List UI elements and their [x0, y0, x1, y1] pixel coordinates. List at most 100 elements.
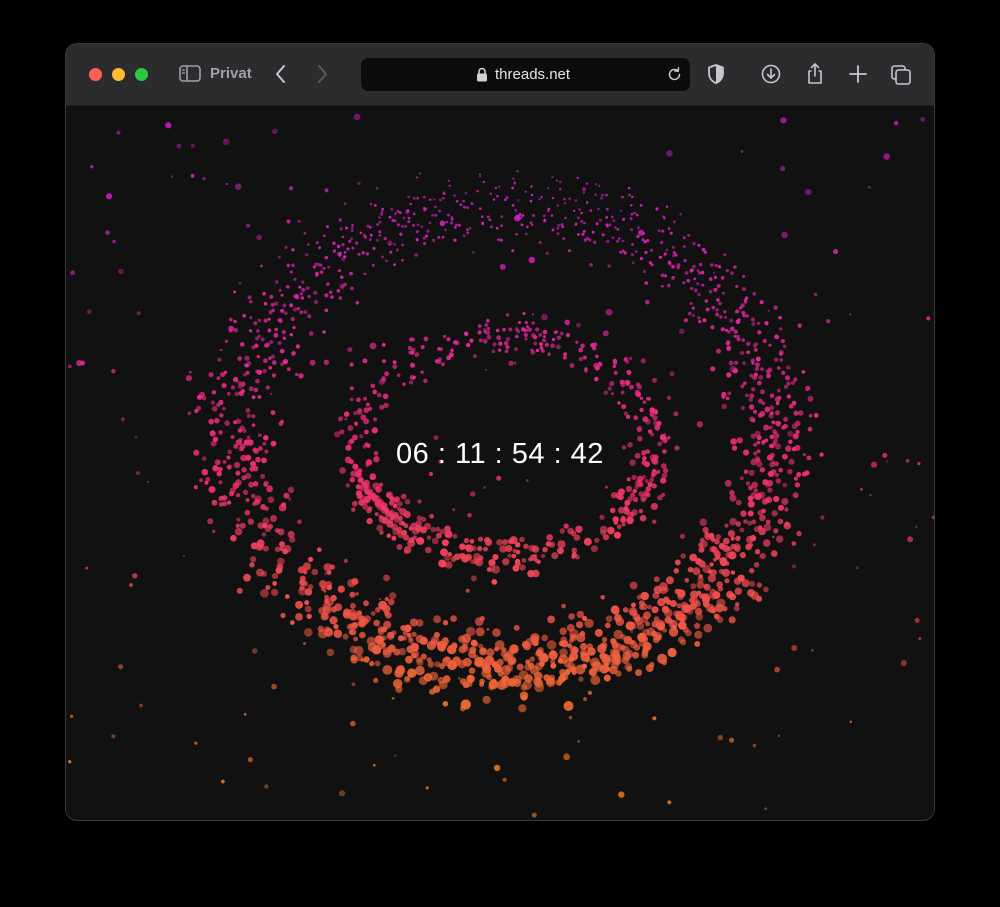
- particle: [867, 185, 871, 189]
- particle: [504, 198, 507, 201]
- particle: [648, 261, 652, 265]
- particle: [370, 383, 376, 389]
- plus-icon[interactable]: [847, 62, 869, 86]
- chevron-left-icon[interactable]: [273, 64, 289, 84]
- particle: [319, 270, 324, 274]
- download-icon[interactable]: [760, 62, 782, 86]
- particle: [391, 697, 395, 700]
- private-profile-label[interactable]: Privat: [210, 64, 252, 84]
- particle: [667, 260, 672, 264]
- particle: [463, 331, 469, 336]
- reload-icon[interactable]: [667, 67, 682, 82]
- web-content[interactable]: 06 : 11 : 54 : 42: [66, 106, 934, 820]
- particle: [784, 507, 789, 512]
- particle: [470, 575, 477, 582]
- particle: [780, 117, 787, 124]
- particle: [466, 228, 469, 232]
- particle: [257, 334, 261, 338]
- particle: [424, 207, 428, 210]
- particle: [382, 665, 393, 675]
- tabs-icon[interactable]: [890, 62, 912, 86]
- particle: [384, 259, 388, 263]
- particle: [546, 640, 557, 650]
- particle: [482, 338, 488, 344]
- particle: [576, 633, 586, 643]
- particle: [739, 527, 745, 533]
- particle: [396, 506, 402, 512]
- particle: [583, 697, 587, 702]
- particle: [373, 417, 378, 422]
- particle: [644, 281, 648, 285]
- particle: [745, 393, 749, 398]
- particle: [372, 246, 376, 250]
- particle: [511, 249, 515, 253]
- particle: [494, 646, 499, 652]
- shield-icon[interactable]: [705, 62, 727, 86]
- particle: [431, 537, 439, 545]
- particle: [869, 493, 872, 497]
- particle: [547, 187, 550, 190]
- particle: [640, 358, 646, 364]
- maximize-window-button[interactable]: [135, 68, 148, 81]
- particle: [573, 209, 576, 212]
- particle: [773, 528, 779, 534]
- particle: [462, 199, 465, 203]
- particle: [582, 229, 586, 233]
- particle: [589, 209, 593, 212]
- particle: [408, 526, 413, 531]
- particle: [581, 615, 588, 621]
- particle: [416, 515, 422, 521]
- particle: [116, 130, 121, 135]
- particle: [466, 206, 469, 209]
- particle: [723, 310, 727, 314]
- particle: [639, 396, 644, 400]
- particle: [293, 277, 297, 281]
- particle: [698, 262, 703, 267]
- particle: [657, 229, 661, 233]
- address-bar[interactable]: threads.net: [361, 58, 690, 91]
- particle: [452, 508, 456, 511]
- particle: [676, 263, 681, 268]
- particle: [630, 213, 634, 216]
- particle: [683, 245, 686, 248]
- particle: [363, 272, 367, 276]
- particle: [462, 234, 466, 238]
- particle: [208, 418, 214, 425]
- particle: [577, 740, 580, 743]
- particle: [243, 713, 247, 716]
- particle: [527, 570, 535, 578]
- particle: [544, 342, 549, 347]
- particle: [753, 348, 758, 352]
- particle: [233, 328, 239, 333]
- particle: [434, 213, 438, 217]
- url-text[interactable]: threads.net: [495, 65, 570, 84]
- particle: [630, 204, 633, 207]
- close-window-button[interactable]: [89, 68, 102, 81]
- particle: [439, 528, 446, 535]
- particle: [464, 544, 472, 551]
- particle: [522, 312, 526, 315]
- minimize-window-button[interactable]: [112, 68, 125, 81]
- particle: [739, 552, 747, 559]
- chevron-right-icon[interactable]: [314, 64, 330, 84]
- particle: [410, 362, 415, 368]
- particle: [698, 320, 702, 324]
- sidebar-icon[interactable]: [179, 65, 201, 82]
- particle: [260, 337, 265, 342]
- particle: [729, 365, 737, 373]
- particle: [408, 638, 414, 644]
- share-icon[interactable]: [804, 62, 826, 86]
- particle: [585, 182, 589, 185]
- particle: [291, 248, 295, 252]
- particle: [568, 715, 573, 720]
- particle: [621, 249, 625, 253]
- particle: [679, 213, 682, 216]
- particle: [671, 254, 675, 258]
- particle: [372, 482, 380, 490]
- particle: [165, 122, 172, 129]
- particle: [728, 593, 737, 601]
- particle: [507, 553, 512, 558]
- particle: [368, 225, 372, 229]
- particle: [393, 263, 396, 267]
- particle: [601, 193, 604, 197]
